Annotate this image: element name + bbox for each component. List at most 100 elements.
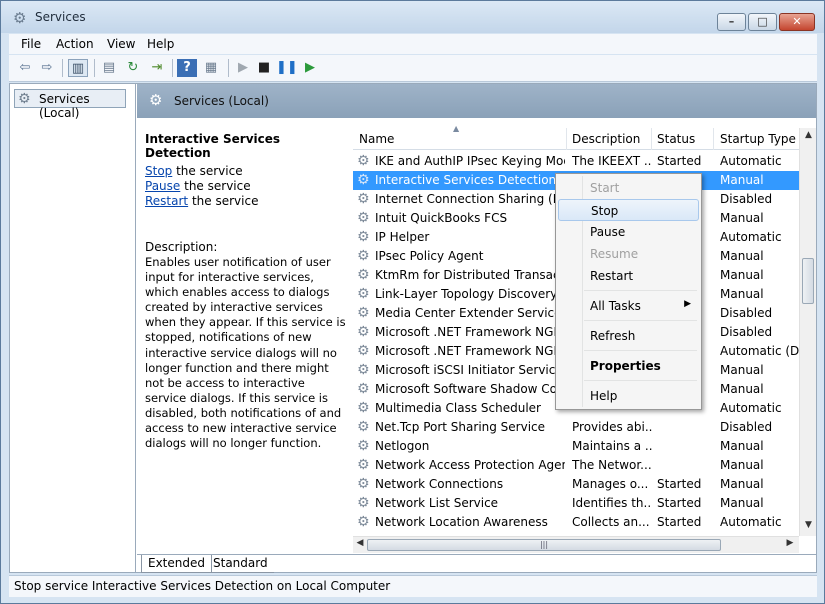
forward-arrow-icon[interactable]: ⇨	[37, 59, 57, 77]
pane-header-title: Services (Local)	[174, 94, 269, 108]
minimize-button[interactable]: –	[717, 13, 746, 31]
restart-link-suffix: the service	[188, 194, 259, 208]
tab-standard[interactable]: Standard	[207, 555, 274, 573]
column-header-status[interactable]: Status	[657, 132, 695, 146]
service-name: KtmRm for Distributed Transactio...	[375, 268, 565, 282]
stop-service-icon[interactable]: ■	[254, 59, 274, 77]
scroll-up-icon[interactable]: ▲	[800, 130, 817, 140]
service-name: Network Location Awareness	[375, 515, 548, 529]
context-menu-all-tasks[interactable]: All Tasks ▶	[558, 295, 699, 317]
service-startup-type: Manual	[720, 477, 764, 491]
service-gear-icon: ⚙	[357, 381, 370, 397]
service-startup-type: Disabled	[720, 192, 773, 206]
service-startup-type: Automatic	[720, 515, 782, 529]
export-icon[interactable]: ⇥	[147, 59, 167, 77]
service-startup-type: Automatic	[720, 230, 782, 244]
horizontal-scrollbar[interactable]: ◀ ||| ▶	[353, 536, 799, 553]
tree-item-services-local[interactable]: ⚙ Services (Local)	[14, 89, 126, 120]
column-divider[interactable]	[651, 128, 652, 150]
tab-extended[interactable]: Extended	[141, 555, 212, 573]
context-menu-restart[interactable]: Restart	[558, 265, 699, 287]
minimize-icon: –	[728, 15, 735, 28]
properties-icon[interactable]: ▦	[201, 59, 221, 77]
table-row[interactable]: ⚙ Net.Tcp Port Sharing Service Provides ab…	[353, 418, 799, 437]
menu-item-label: Pause	[590, 225, 626, 239]
service-gear-icon: ⚙	[357, 248, 370, 264]
vertical-scroll-thumb[interactable]	[802, 258, 814, 304]
services-gear-icon: ⚙	[149, 91, 163, 109]
table-row[interactable]: ⚙ Network Location Awareness Collects an..…	[353, 513, 799, 532]
scroll-right-icon[interactable]: ▶	[783, 538, 797, 548]
service-startup-type: Automatic	[720, 401, 782, 415]
service-startup-type: Manual	[720, 496, 764, 510]
start-service-icon[interactable]: ▶	[233, 59, 253, 77]
title-bar[interactable]: ⚙ Services – □ ✕	[1, 1, 824, 33]
pause-service-icon[interactable]: ❚❚	[276, 59, 298, 77]
services-gear-icon: ⚙	[13, 9, 27, 27]
context-menu-resume: Resume	[558, 243, 699, 265]
menu-item-label: Restart	[590, 269, 634, 283]
column-header-description[interactable]: Description	[572, 132, 640, 146]
back-arrow-icon[interactable]: ⇦	[15, 59, 35, 77]
description-label: Description:	[145, 240, 218, 254]
service-gear-icon: ⚙	[357, 267, 370, 283]
service-startup-type: Manual	[720, 173, 764, 187]
service-startup-type: Manual	[720, 211, 764, 225]
menu-file[interactable]: File	[21, 37, 41, 51]
context-menu-pause[interactable]: Pause	[558, 221, 699, 243]
toolbar-separator	[172, 59, 173, 77]
table-row[interactable]: ⚙ Network Access Protection Agent The Netw…	[353, 456, 799, 475]
context-menu-properties[interactable]: Properties	[558, 355, 699, 377]
service-name: Net.Tcp Port Sharing Service	[375, 420, 546, 434]
service-startup-type: Disabled	[720, 306, 773, 320]
context-menu-start: Start	[558, 177, 699, 199]
maximize-icon: □	[757, 15, 768, 28]
service-name: Network List Service	[375, 496, 499, 510]
service-actions: Stop the service Pause the service Resta…	[145, 164, 345, 209]
menu-action[interactable]: Action	[56, 37, 94, 51]
service-startup-type: Automatic (D...	[720, 344, 802, 358]
service-name: Interactive Services Detection	[375, 173, 557, 187]
service-description: The IKEEXT ...	[572, 154, 652, 168]
stop-service-link[interactable]: Stop	[145, 164, 172, 178]
submenu-arrow-icon: ▶	[684, 299, 691, 309]
context-menu-refresh[interactable]: Refresh	[558, 325, 699, 347]
service-detail-panel: Interactive Services Detection Stop the …	[145, 132, 346, 450]
refresh-icon[interactable]: ↻	[123, 59, 143, 77]
table-row[interactable]: ⚙ Netlogon Maintains a ... Manual	[353, 437, 799, 456]
context-menu-help[interactable]: Help	[558, 385, 699, 407]
column-header-startup-type[interactable]: Startup Type	[720, 132, 796, 146]
maximize-button[interactable]: □	[748, 13, 777, 31]
menu-item-label: Refresh	[590, 329, 636, 343]
services-gear-icon: ⚙	[18, 91, 31, 107]
menu-item-label: Resume	[590, 247, 639, 261]
show-hide-console-tree-icon[interactable]: ▥	[68, 59, 88, 77]
menu-view[interactable]: View	[107, 37, 135, 51]
vertical-scrollbar[interactable]: ▲ ▼	[799, 128, 816, 536]
table-row[interactable]: ⚙ Network Connections Manages o... Started M…	[353, 475, 799, 494]
close-button[interactable]: ✕	[779, 13, 815, 31]
column-divider[interactable]	[713, 128, 714, 150]
column-header-name[interactable]: Name	[359, 132, 394, 146]
pause-service-link[interactable]: Pause	[145, 179, 180, 193]
view-tabs: Extended Standard	[137, 554, 816, 573]
description-text: Enables user notification of user input …	[145, 255, 346, 451]
scroll-left-icon[interactable]: ◀	[353, 538, 367, 548]
help-icon[interactable]: ?	[177, 59, 197, 77]
service-name: Media Center Extender Service	[375, 306, 562, 320]
export-list-icon[interactable]: ▤	[99, 59, 119, 77]
service-description: Provides abi...	[572, 420, 652, 434]
column-divider[interactable]	[566, 128, 567, 150]
context-menu-stop[interactable]: Stop	[558, 199, 699, 221]
service-description: Identifies th...	[572, 496, 652, 510]
table-row[interactable]: ⚙ Network List Service Identifies th... Sta…	[353, 494, 799, 513]
horizontal-scroll-thumb[interactable]: |||	[367, 539, 721, 551]
table-row[interactable]: ⚙ IKE and AuthIP IPsec Keying Mod... The I…	[353, 152, 799, 171]
menu-help[interactable]: Help	[147, 37, 174, 51]
restart-service-icon[interactable]: ▶	[300, 59, 320, 77]
service-name: IKE and AuthIP IPsec Keying Mod...	[375, 154, 565, 168]
scroll-down-icon[interactable]: ▼	[800, 520, 817, 530]
restart-service-link[interactable]: Restart	[145, 194, 188, 208]
service-startup-type: Disabled	[720, 420, 773, 434]
toolbar: ⇦ ⇨ ▥ ▤ ↻ ⇥ ? ▦ ▶ ■ ❚❚ ▶	[9, 55, 817, 82]
